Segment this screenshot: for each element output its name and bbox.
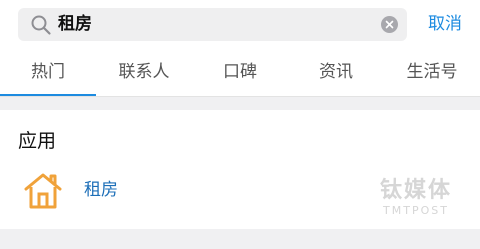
watermark-en: TMTPOST [383,204,449,217]
tab-contacts[interactable]: 联系人 [96,48,192,96]
search-bar: 租房 取消 [0,0,480,48]
bottom-divider [0,229,480,249]
tab-hot[interactable]: 热门 [0,48,96,96]
tab-bar: 热门 联系人 口碑 资讯 生活号 [0,48,480,97]
search-box[interactable]: 租房 [18,8,407,41]
active-tab-indicator [0,94,96,96]
watermark-logo: 钛媒体 TMTPOST [366,178,466,226]
house-icon [24,173,62,209]
section-title: 应用 [18,130,57,152]
clear-icon[interactable] [381,16,398,33]
cancel-button[interactable]: 取消 [428,8,462,41]
watermark-cn: 钛媒体 [379,178,452,203]
section-divider [0,97,480,110]
search-icon [31,15,51,35]
app-label: 租房 [84,180,118,200]
search-input[interactable]: 租房 [58,8,92,41]
tab-news[interactable]: 资讯 [288,48,384,96]
tab-reviews[interactable]: 口碑 [192,48,288,96]
tab-life-account[interactable]: 生活号 [384,48,480,96]
